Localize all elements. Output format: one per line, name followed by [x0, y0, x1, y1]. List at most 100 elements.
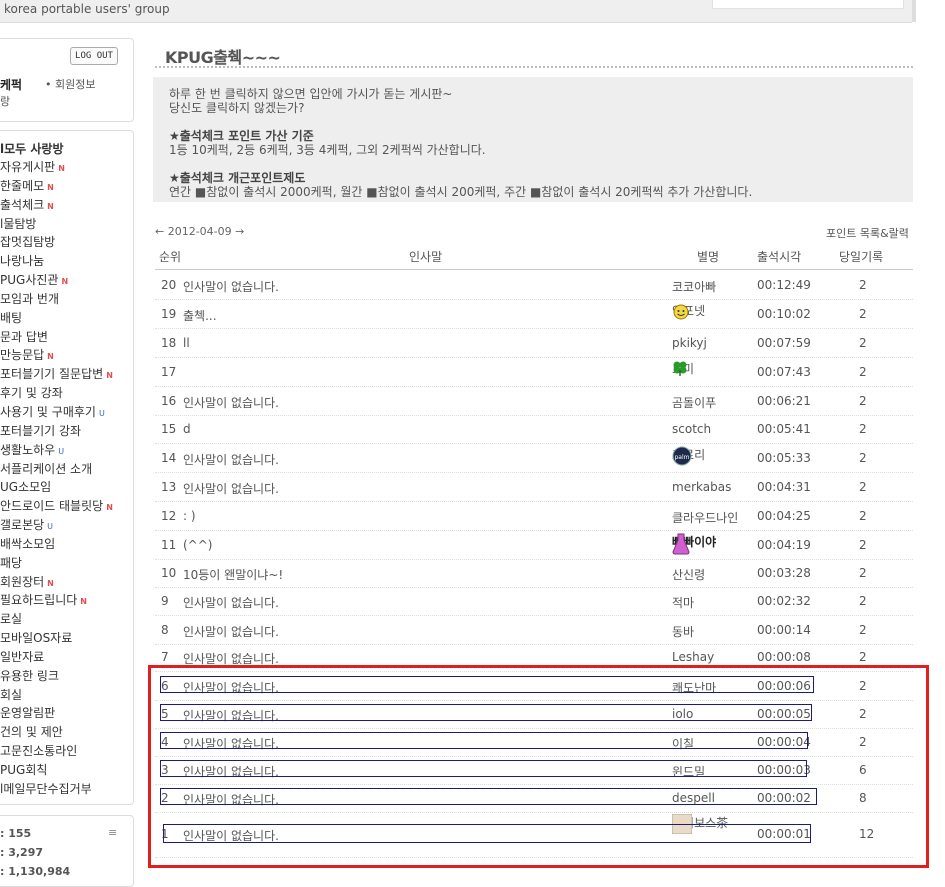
time-cell: 00:04:31 [757, 480, 811, 494]
nickname-cell[interactable]: 빠빠이야 [672, 533, 716, 555]
sidebar-item[interactable]: 모바일OS자료 [0, 629, 113, 648]
sidebar-item[interactable]: 사용기 및 구매후기 U [0, 403, 113, 422]
table-row: 12: ) 클라우드나인 00:04:25 2 [155, 501, 913, 531]
table-row: 8 인사말이 없습니다. 동바 00:00:14 2 [155, 615, 913, 645]
sidebar-item[interactable]: 안드로이드 태블릿당 N [0, 497, 113, 516]
greeting-cell: ll [183, 336, 190, 350]
sidebar-item[interactable]: 한줄메모 N [0, 177, 113, 196]
sidebar-item[interactable]: l물탐방 [0, 215, 113, 234]
sidebar-item-label: 사용기 및 구매후기 [0, 404, 96, 419]
table-row: 13 인사말이 없습니다. merkabas 00:04:31 2 [155, 472, 913, 502]
highlight-box [160, 788, 817, 805]
date-navigation[interactable]: ← 2012-04-09 → [155, 225, 244, 238]
rank-cell: 14 [161, 451, 177, 465]
sidebar-item[interactable]: 자유게시판 N [0, 158, 113, 177]
sidebar-item[interactable]: 건의 및 제안 [0, 723, 113, 742]
highlight-box [160, 760, 807, 777]
sidebar-item[interactable]: 일반자료 [0, 648, 113, 667]
nickname-cell[interactable]: 로미 [672, 360, 694, 377]
time-cell: 00:07:43 [757, 365, 811, 379]
sidebar-item[interactable]: 필요하드립니다 N [0, 591, 113, 610]
nickname-cell[interactable]: Leshay [672, 650, 714, 664]
sidebar-item[interactable]: 포터블기기 질문답변 N [0, 365, 113, 384]
logout-button[interactable]: LOG OUT [70, 47, 118, 65]
sidebar-item-label: 로실 [0, 612, 23, 627]
sidebar-item[interactable]: 생활노하우 U [0, 441, 113, 460]
search-box[interactable] [712, 0, 904, 9]
sidebar-item[interactable]: 패당 [0, 554, 113, 573]
rank-cell: 17 [161, 365, 177, 379]
sidebar-item[interactable]: 후기 및 강좌 [0, 384, 113, 403]
rank-cell: 8 [161, 623, 169, 637]
record-cell: 2 [859, 650, 867, 664]
sidebar-item[interactable]: 유용한 링크 [0, 667, 113, 686]
rank-cell: 7 [161, 650, 169, 664]
sidebar-item[interactable]: 모임과 번개 [0, 290, 113, 309]
new-badge: N [106, 503, 113, 513]
sidebar-item[interactable]: 운영알림판 [0, 704, 113, 723]
sidebar-item-label: 일반자료 [0, 649, 45, 664]
sidebar-item[interactable]: 나랑나눔 [0, 252, 113, 271]
sidebar-item[interactable]: 회실 [0, 686, 113, 705]
sidebar-item[interactable]: 서플리케이션 소개 [0, 460, 113, 479]
table-row: 18 ll pkikyj 00:07:59 2 [155, 328, 913, 358]
sidebar-item[interactable]: PUG사진관 N [0, 271, 113, 290]
nickname-text: 동바 [672, 625, 695, 639]
time-cell: 00:06:21 [757, 394, 811, 408]
sidebar-item-label: 출석체크 [0, 197, 45, 212]
record-cell: 2 [859, 278, 867, 292]
new-badge: N [58, 164, 65, 173]
sidebar-item[interactable]: 포터블기기 강좌 [0, 422, 113, 441]
rank-cell: 20 [161, 278, 177, 292]
sidebar-item-label: 한줄메모 [0, 178, 45, 193]
time-cell: 00:04:19 [757, 538, 811, 552]
nickname-cell[interactable]: 인포넷 [672, 302, 705, 320]
user-line: 랑 [0, 95, 11, 108]
rank-cell: 9 [161, 594, 169, 608]
nickname-cell[interactable]: 곰돌이푸 [672, 394, 716, 411]
menu-title: l모두 사랑방 [0, 142, 64, 156]
column-rank: 순위 [159, 250, 182, 264]
top-bar-edge [912, 0, 916, 22]
sidebar-item[interactable]: 만능문답 N [0, 346, 113, 365]
sidebar-item[interactable]: 출석체크 N [0, 196, 113, 215]
nickname-cell[interactable]: scotch [672, 422, 711, 436]
time-cell: 00:07:59 [757, 336, 811, 350]
rank-cell: 15 [161, 422, 177, 436]
sidebar-item-label: 고문진소통라인 [0, 744, 78, 759]
sidebar-item[interactable]: 회원장터 N [0, 573, 113, 592]
member-info-link[interactable]: • 회원정보 [45, 76, 95, 92]
nickname-cell[interactable]: 적마 [672, 594, 694, 611]
nickname-cell[interactable]: pkikyj [672, 336, 707, 350]
nickname-text: 곰돌이푸 [672, 396, 717, 410]
sidebar-item[interactable]: UG소모임 [0, 478, 113, 497]
nickname-cell[interactable]: 클라우드나인 [672, 509, 738, 526]
page-title: KPUG출췍~~~ [165, 48, 281, 67]
sidebar-item[interactable]: 배싹소모임 [0, 535, 113, 554]
nickname-cell[interactable]: palm포로리 [672, 446, 705, 466]
point-list-link[interactable]: 포인트 목록&랄력 [826, 225, 909, 241]
time-cell: 00:00:08 [757, 650, 811, 664]
highlight-box [163, 824, 811, 843]
sidebar-item[interactable]: 갤로본당 U [0, 516, 113, 535]
nickname-cell[interactable]: merkabas [672, 480, 731, 494]
sidebar-item[interactable]: PUG회칙 [0, 761, 113, 780]
greeting-cell: 인사말이 없습니다. [183, 280, 279, 294]
nickname-cell[interactable]: 산신령 [672, 566, 705, 583]
rank-cell: 19 [161, 307, 177, 321]
greeting-cell: 인사말이 없습니다. [183, 482, 279, 496]
sidebar-item[interactable]: 고문진소통라인 [0, 742, 113, 761]
nickname-cell[interactable]: 동바 [672, 623, 694, 640]
sidebar-item-label: l물탐방 [0, 216, 37, 231]
list-icon[interactable]: ≡ [108, 826, 117, 839]
time-cell: 00:05:33 [757, 451, 811, 465]
nickname-cell[interactable]: 코코아빠 [672, 278, 716, 295]
table-row: 17 로미 00:07:43 2 [155, 357, 913, 387]
time-cell: 00:10:02 [757, 307, 811, 321]
sidebar-item-label: 회원장터 [0, 574, 45, 589]
sidebar-item[interactable]: 문과 답변 [0, 328, 113, 347]
sidebar-item[interactable]: 로실 [0, 610, 113, 629]
sidebar-item[interactable]: 배팅 [0, 309, 113, 328]
sidebar-item[interactable]: l메일무단수집거부 [0, 780, 113, 799]
sidebar-item[interactable]: 잡멋집탐방 [0, 233, 113, 252]
